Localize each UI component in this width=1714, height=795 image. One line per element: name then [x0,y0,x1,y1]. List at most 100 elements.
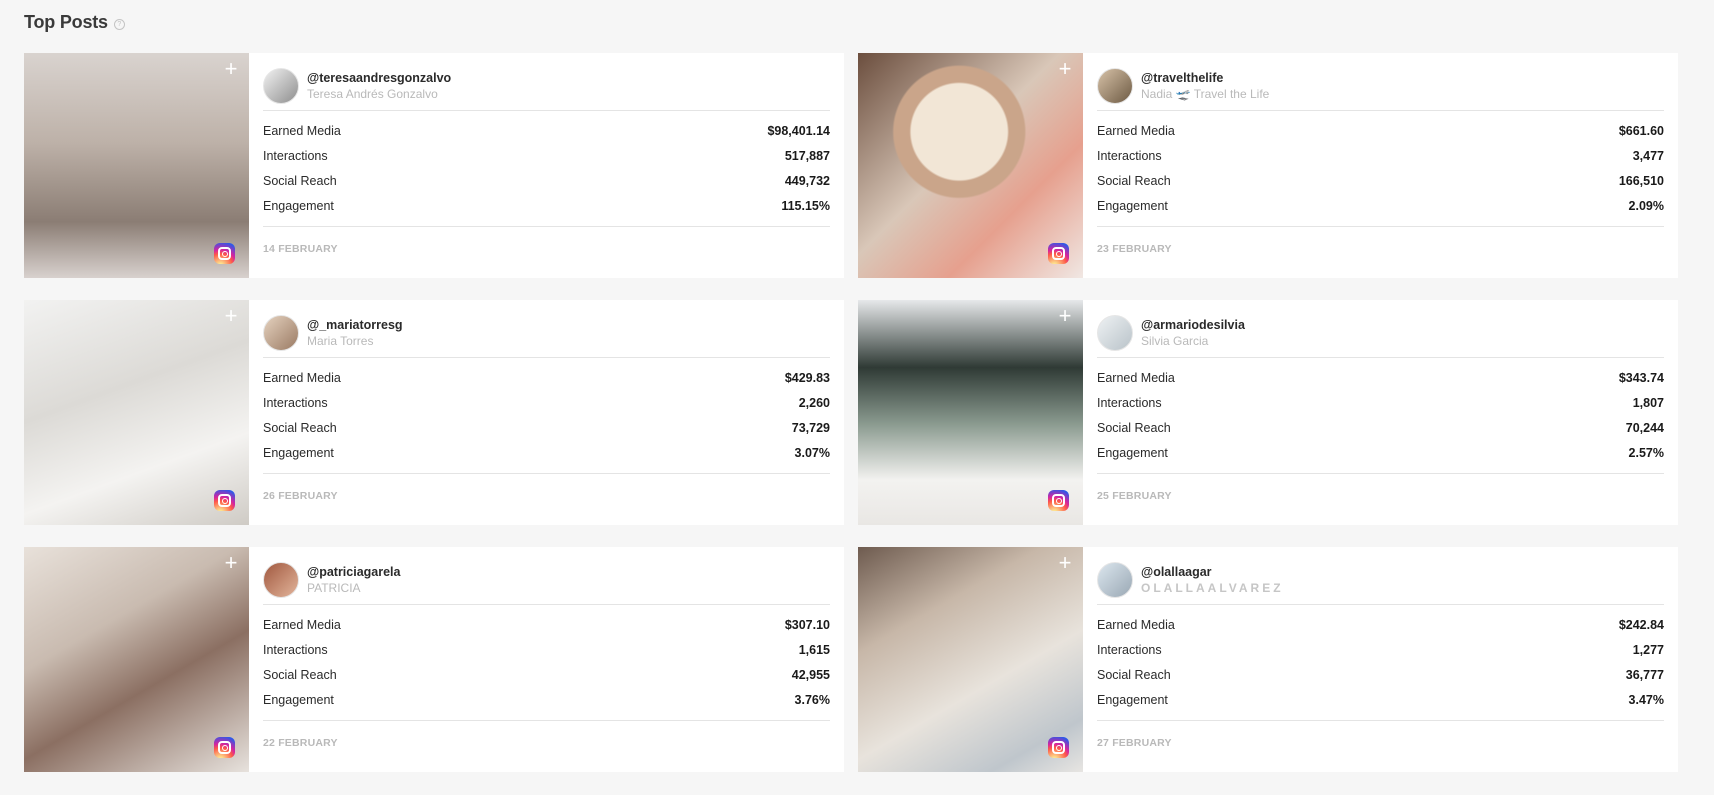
metric-value: 1,277 [1632,643,1664,658]
metric-earned-media: Earned Media $343.74 [1097,366,1664,391]
post-date: 22 FEBRUARY [263,737,338,750]
metric-label: Earned Media [1097,618,1175,633]
metric-label: Engagement [1097,692,1168,707]
metric-label: Earned Media [263,618,341,633]
post-date: 14 FEBRUARY [263,243,338,256]
metric-earned-media: Earned Media $242.84 [1097,613,1664,638]
add-icon[interactable]: + [223,552,239,574]
post-thumbnail[interactable]: + [858,300,1083,525]
profile-name: OLALLAALVAREZ [1141,580,1284,595]
help-icon[interactable]: ? [113,18,125,30]
post-card[interactable]: + @teresaandresgonzalvo Teresa Andrés Go… [24,53,844,278]
divider [263,720,830,722]
metric-value: $98,401.14 [767,124,830,139]
post-details: @armariodesilvia Silvia Garcia Earned Me… [1083,300,1678,525]
metric-interactions: Interactions 517,887 [263,144,830,169]
metric-label: Social Reach [1097,667,1171,682]
top-posts-grid: + @teresaandresgonzalvo Teresa Andrés Go… [24,53,1678,772]
post-card[interactable]: + @_mariatorresg Maria Torres Earned Med… [24,300,844,525]
metric-engagement: Engagement 3.47% [1097,687,1664,712]
profile-name: PATRICIA [307,580,361,595]
metric-label: Social Reach [263,667,337,682]
avatar[interactable] [263,561,299,598]
add-icon[interactable]: + [223,305,239,327]
profile-handle[interactable]: @teresaandresgonzalvo [307,71,451,85]
metric-value: $242.84 [1618,618,1664,633]
avatar[interactable] [263,314,299,351]
post-details: @_mariatorresg Maria Torres Earned Media… [249,300,844,525]
metric-engagement: Engagement 3.76% [263,687,830,712]
metric-value: 3.47% [1628,692,1664,707]
post-thumbnail[interactable]: + [24,300,249,525]
profile: @olallaagar OLALLAALVAREZ [1097,561,1664,598]
profile: @travelthelife Nadia 🛫 Travel the Life [1097,67,1664,104]
avatar[interactable] [263,67,299,104]
metric-label: Engagement [263,198,334,213]
metric-label: Engagement [1097,445,1168,460]
post-thumbnail[interactable]: + [858,53,1083,278]
metric-value: 42,955 [791,667,830,682]
avatar[interactable] [1097,67,1133,104]
divider [1097,226,1664,228]
post-card[interactable]: + @armariodesilvia Silvia Garcia Earned … [858,300,1678,525]
metric-label: Interactions [1097,396,1162,411]
metric-value: 73,729 [791,420,830,435]
profile-handle[interactable]: @travelthelife [1141,71,1269,85]
post-thumbnail[interactable]: + [24,53,249,278]
post-thumbnail[interactable]: + [858,547,1083,772]
metric-label: Social Reach [263,173,337,188]
metric-interactions: Interactions 1,615 [263,638,830,663]
profile-handle[interactable]: @armariodesilvia [1141,318,1245,332]
add-icon[interactable]: + [1057,552,1073,574]
instagram-icon [214,737,235,758]
metric-value: $429.83 [784,371,830,386]
metric-label: Earned Media [263,371,341,386]
avatar[interactable] [1097,561,1133,598]
instagram-icon [1048,737,1069,758]
metric-label: Interactions [1097,149,1162,164]
metric-earned-media: Earned Media $661.60 [1097,119,1664,144]
metric-social-reach: Social Reach 73,729 [263,416,830,441]
metric-label: Engagement [263,445,334,460]
instagram-icon [1048,490,1069,511]
profile-handle[interactable]: @_mariatorresg [307,318,403,332]
post-card[interactable]: + @olallaagar OLALLAALVAREZ Earned Media… [858,547,1678,772]
post-details: @travelthelife Nadia 🛫 Travel the Life E… [1083,53,1678,278]
metric-label: Interactions [263,149,328,164]
metric-value: 115.15% [781,198,830,213]
post-date: 23 FEBRUARY [1097,243,1172,256]
metric-label: Interactions [1097,643,1162,658]
metric-social-reach: Social Reach 42,955 [263,663,830,688]
metric-value: 3,477 [1632,149,1664,164]
metric-interactions: Interactions 3,477 [1097,144,1664,169]
metric-label: Earned Media [1097,371,1175,386]
profile-handle[interactable]: @patriciagarela [307,565,400,579]
metric-label: Interactions [263,643,328,658]
profile-name: Teresa Andrés Gonzalvo [307,86,438,101]
post-thumbnail[interactable]: + [24,547,249,772]
post-details: @olallaagar OLALLAALVAREZ Earned Media $2… [1083,547,1678,772]
add-icon[interactable]: + [1057,58,1073,80]
divider [263,226,830,228]
metric-value: $661.60 [1618,124,1664,139]
metric-social-reach: Social Reach 449,732 [263,169,830,194]
avatar[interactable] [1097,314,1133,351]
metric-value: 1,807 [1632,396,1664,411]
metric-social-reach: Social Reach 36,777 [1097,663,1664,688]
post-card[interactable]: + @patriciagarela PATRICIA Earned Media $… [24,547,844,772]
metric-value: 2.57% [1628,445,1664,460]
add-icon[interactable]: + [1057,305,1073,327]
instagram-icon [1048,243,1069,264]
metric-value: 1,615 [798,643,830,658]
profile-handle[interactable]: @olallaagar [1141,565,1284,579]
profile: @teresaandresgonzalvo Teresa Andrés Gonz… [263,67,830,104]
metric-label: Earned Media [1097,124,1175,139]
instagram-icon [214,243,235,264]
profile: @patriciagarela PATRICIA [263,561,830,598]
metric-value: 3.76% [794,692,830,707]
add-icon[interactable]: + [223,58,239,80]
post-date: 27 FEBRUARY [1097,737,1172,750]
post-card[interactable]: + @travelthelife Nadia 🛫 Travel the Life… [858,53,1678,278]
metrics-list: Earned Media $98,401.14 Interactions 517,8… [263,111,830,218]
metric-value: 449,732 [784,173,830,188]
